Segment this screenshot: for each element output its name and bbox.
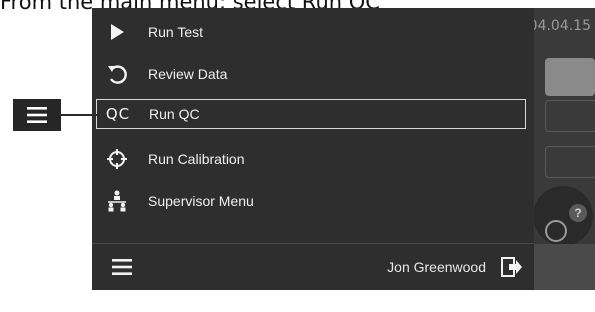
crosshair-icon [98,141,136,177]
background-field [545,146,595,178]
hierarchy-icon [98,183,136,219]
menu-callout-button [13,99,61,131]
menu-footer: Jon Greenwood [92,243,534,290]
background-button [545,58,595,96]
menu-item-label: Run Calibration [148,151,245,167]
menu-item-run-qc[interactable]: QC Run QC [96,99,526,129]
menu-item-label: Run QC [149,106,200,122]
callout-connector-line [61,114,99,116]
menu-item-supervisor-menu[interactable]: Supervisor Menu [92,183,534,219]
play-icon [98,14,136,50]
menu-item-label: Supervisor Menu [148,193,254,209]
background-time: 04.04.15 [528,18,591,34]
logout-icon[interactable] [500,255,524,279]
background-field [545,100,595,132]
dial-ring-icon [545,220,567,242]
hamburger-icon [27,107,47,123]
background-screen: 04.04.15 ? [525,8,595,290]
menu-item-label: Review Data [148,66,228,82]
qc-icon: QC [105,105,131,123]
user-name: Jon Greenwood [387,259,486,275]
menu-item-run-calibration[interactable]: Run Calibration [92,141,534,177]
background-footer [525,244,595,290]
menu-item-review-data[interactable]: Review Data [92,56,534,92]
main-menu: Run Test Review Data QC Run QC Run Calib [92,8,534,290]
hamburger-icon[interactable] [110,255,134,279]
undo-arrow-icon [98,56,136,92]
menu-item-run-test[interactable]: Run Test [92,14,534,50]
menu-item-label: Run Test [148,24,203,40]
help-icon: ? [569,204,587,222]
